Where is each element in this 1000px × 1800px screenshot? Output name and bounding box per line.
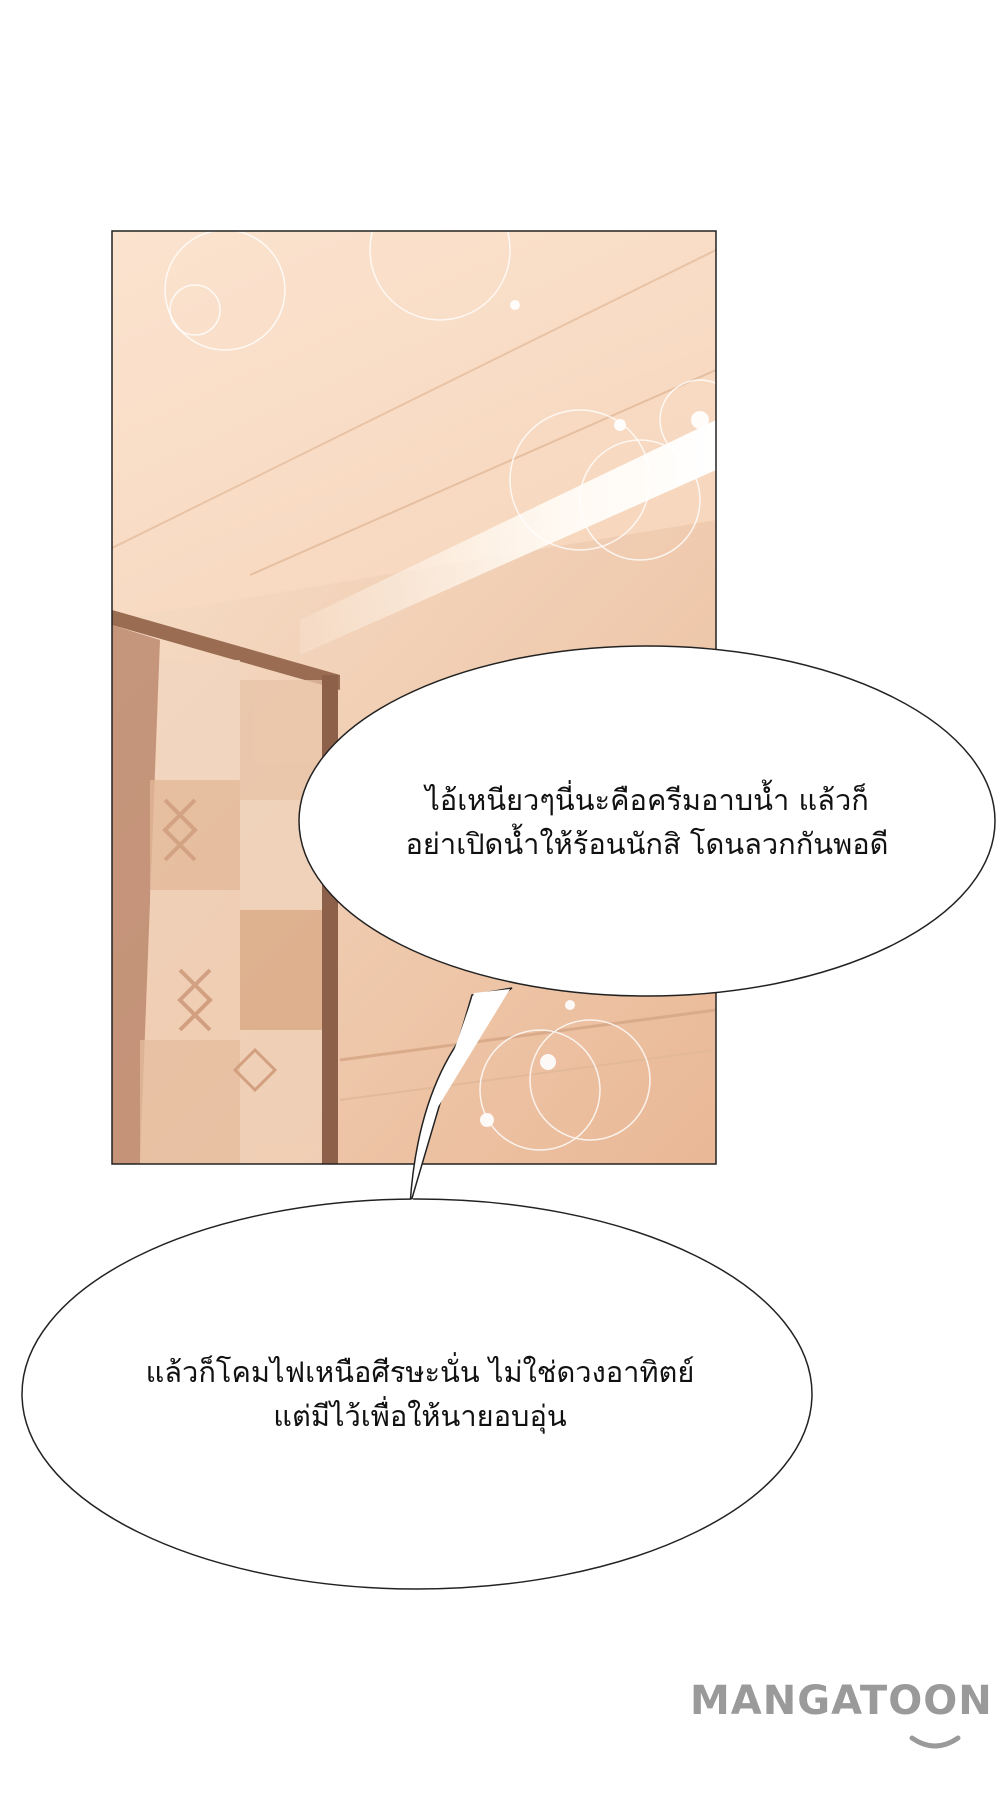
bubble-1-line-1: ไอ้เหนียวๆนี่นะคือครีมอาบน้ำ แล้วก็	[425, 783, 869, 817]
bubble-2-line-2: แต่มีไว้เพื่อให้นายอบอุ่น	[273, 1399, 567, 1433]
mangatoon-watermark: MANGATOON	[690, 1678, 993, 1758]
bubble-2-text: แล้วก็โคมไฟเหนือศีรษะนั่น ไม่ใช่ดวงอาทิต…	[100, 1350, 740, 1438]
wall-tiles	[140, 660, 322, 1164]
comic-page: ไอ้เหนียวๆนี่นะคือครีมอาบน้ำ แล้วก็ อย่า…	[0, 0, 1000, 1800]
watermark-text: MANGATOON	[690, 1678, 993, 1724]
bubble-1-line-2: อย่าเปิดน้ำให้ร้อนนักสิ โดนลวกกันพอดี	[405, 827, 889, 861]
bubble-1-text: ไอ้เหนียวๆนี่นะคือครีมอาบน้ำ แล้วก็ อย่า…	[347, 778, 947, 866]
comic-art	[21, 230, 996, 1749]
bubble-2-line-1: แล้วก็โคมไฟเหนือศีรษะนั่น ไม่ใช่ดวงอาทิต…	[145, 1355, 695, 1389]
